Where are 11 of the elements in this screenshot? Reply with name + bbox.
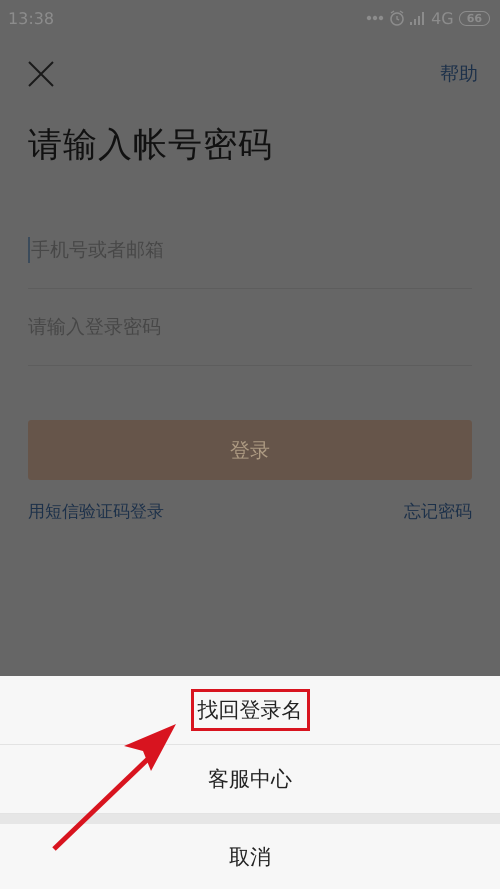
page-title: 请输入帐号密码 <box>28 124 274 167</box>
dots-icon <box>366 15 384 21</box>
option-label: 客服中心 <box>207 766 293 793</box>
help-link[interactable]: 帮助 <box>440 61 478 87</box>
close-icon[interactable] <box>28 61 54 87</box>
link[interactable]: 用短信验证码登录 <box>28 500 164 523</box>
alarm-icon <box>389 10 406 26</box>
cancel-option[interactable]: 取消 <box>0 824 500 889</box>
signal-icon <box>410 11 426 25</box>
highlight-box: 找回登录名 <box>190 689 310 731</box>
link[interactable]: 忘记密码 <box>404 500 472 523</box>
